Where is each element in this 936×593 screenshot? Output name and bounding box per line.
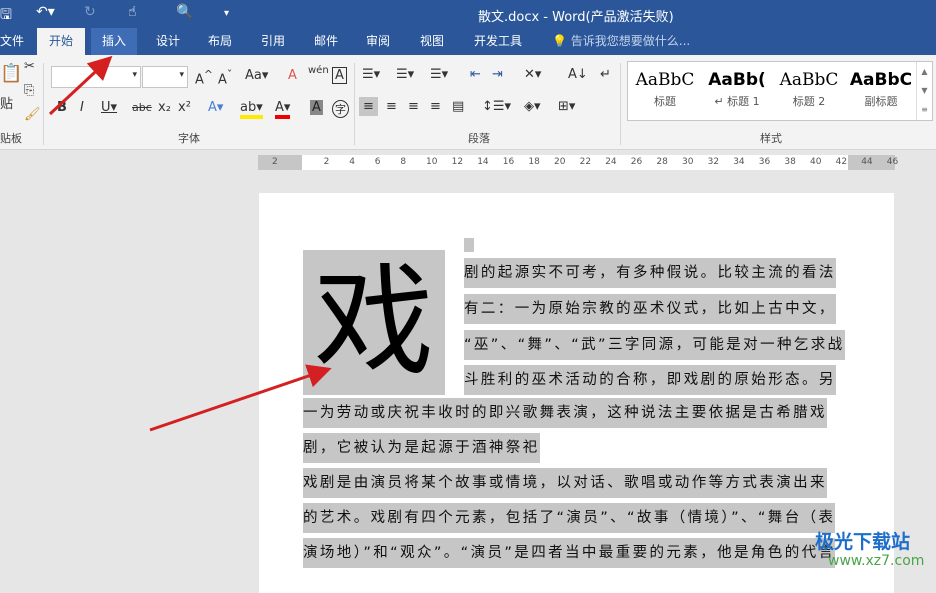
arrow-to-drop-cap [149, 364, 332, 432]
annotation-arrows [48, 55, 332, 432]
arrow-to-insert-tab [48, 55, 113, 116]
